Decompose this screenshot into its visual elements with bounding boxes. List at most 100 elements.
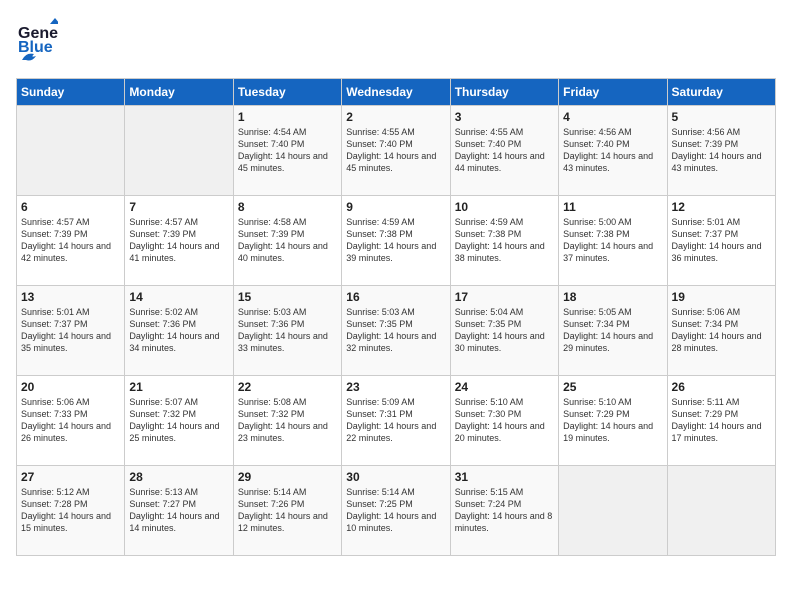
cell-content: Sunrise: 4:56 AM Sunset: 7:40 PM Dayligh… <box>563 126 662 175</box>
cell-content: Sunrise: 5:05 AM Sunset: 7:34 PM Dayligh… <box>563 306 662 355</box>
calendar-cell: 17 Sunrise: 5:04 AM Sunset: 7:35 PM Dayl… <box>450 286 558 376</box>
cell-content: Sunrise: 5:10 AM Sunset: 7:30 PM Dayligh… <box>455 396 554 445</box>
calendar-cell: 7 Sunrise: 4:57 AM Sunset: 7:39 PM Dayli… <box>125 196 233 286</box>
calendar-cell <box>17 106 125 196</box>
column-header-thursday: Thursday <box>450 79 558 106</box>
calendar-cell: 24 Sunrise: 5:10 AM Sunset: 7:30 PM Dayl… <box>450 376 558 466</box>
cell-content: Sunrise: 4:59 AM Sunset: 7:38 PM Dayligh… <box>346 216 445 265</box>
calendar-cell: 29 Sunrise: 5:14 AM Sunset: 7:26 PM Dayl… <box>233 466 341 556</box>
calendar-cell: 12 Sunrise: 5:01 AM Sunset: 7:37 PM Dayl… <box>667 196 775 286</box>
cell-content: Sunrise: 5:06 AM Sunset: 7:34 PM Dayligh… <box>672 306 771 355</box>
cell-content: Sunrise: 5:01 AM Sunset: 7:37 PM Dayligh… <box>672 216 771 265</box>
day-number: 17 <box>455 290 554 304</box>
calendar-cell: 20 Sunrise: 5:06 AM Sunset: 7:33 PM Dayl… <box>17 376 125 466</box>
logo-bird-icon <box>20 50 38 64</box>
day-number: 1 <box>238 110 337 124</box>
calendar-table: SundayMondayTuesdayWednesdayThursdayFrid… <box>16 78 776 556</box>
calendar-cell: 16 Sunrise: 5:03 AM Sunset: 7:35 PM Dayl… <box>342 286 450 376</box>
column-header-sunday: Sunday <box>17 79 125 106</box>
cell-content: Sunrise: 4:56 AM Sunset: 7:39 PM Dayligh… <box>672 126 771 175</box>
cell-content: Sunrise: 5:10 AM Sunset: 7:29 PM Dayligh… <box>563 396 662 445</box>
calendar-cell: 3 Sunrise: 4:55 AM Sunset: 7:40 PM Dayli… <box>450 106 558 196</box>
cell-content: Sunrise: 5:09 AM Sunset: 7:31 PM Dayligh… <box>346 396 445 445</box>
day-number: 26 <box>672 380 771 394</box>
cell-content: Sunrise: 5:14 AM Sunset: 7:25 PM Dayligh… <box>346 486 445 535</box>
day-number: 2 <box>346 110 445 124</box>
calendar-cell: 27 Sunrise: 5:12 AM Sunset: 7:28 PM Dayl… <box>17 466 125 556</box>
day-number: 8 <box>238 200 337 214</box>
day-number: 31 <box>455 470 554 484</box>
calendar-week-row: 20 Sunrise: 5:06 AM Sunset: 7:33 PM Dayl… <box>17 376 776 466</box>
cell-content: Sunrise: 5:07 AM Sunset: 7:32 PM Dayligh… <box>129 396 228 445</box>
day-number: 18 <box>563 290 662 304</box>
day-number: 6 <box>21 200 120 214</box>
day-number: 25 <box>563 380 662 394</box>
calendar-cell: 31 Sunrise: 5:15 AM Sunset: 7:24 PM Dayl… <box>450 466 558 556</box>
calendar-week-row: 13 Sunrise: 5:01 AM Sunset: 7:37 PM Dayl… <box>17 286 776 376</box>
cell-content: Sunrise: 5:13 AM Sunset: 7:27 PM Dayligh… <box>129 486 228 535</box>
day-number: 4 <box>563 110 662 124</box>
cell-content: Sunrise: 4:59 AM Sunset: 7:38 PM Dayligh… <box>455 216 554 265</box>
calendar-cell: 4 Sunrise: 4:56 AM Sunset: 7:40 PM Dayli… <box>559 106 667 196</box>
calendar-cell: 10 Sunrise: 4:59 AM Sunset: 7:38 PM Dayl… <box>450 196 558 286</box>
day-number: 29 <box>238 470 337 484</box>
day-number: 7 <box>129 200 228 214</box>
cell-content: Sunrise: 4:58 AM Sunset: 7:39 PM Dayligh… <box>238 216 337 265</box>
calendar-cell: 14 Sunrise: 5:02 AM Sunset: 7:36 PM Dayl… <box>125 286 233 376</box>
cell-content: Sunrise: 5:04 AM Sunset: 7:35 PM Dayligh… <box>455 306 554 355</box>
day-number: 5 <box>672 110 771 124</box>
day-number: 30 <box>346 470 445 484</box>
calendar-week-row: 1 Sunrise: 4:54 AM Sunset: 7:40 PM Dayli… <box>17 106 776 196</box>
calendar-cell: 5 Sunrise: 4:56 AM Sunset: 7:39 PM Dayli… <box>667 106 775 196</box>
calendar-cell: 21 Sunrise: 5:07 AM Sunset: 7:32 PM Dayl… <box>125 376 233 466</box>
calendar-cell: 22 Sunrise: 5:08 AM Sunset: 7:32 PM Dayl… <box>233 376 341 466</box>
cell-content: Sunrise: 4:55 AM Sunset: 7:40 PM Dayligh… <box>455 126 554 175</box>
cell-content: Sunrise: 5:03 AM Sunset: 7:36 PM Dayligh… <box>238 306 337 355</box>
calendar-cell: 9 Sunrise: 4:59 AM Sunset: 7:38 PM Dayli… <box>342 196 450 286</box>
calendar-week-row: 27 Sunrise: 5:12 AM Sunset: 7:28 PM Dayl… <box>17 466 776 556</box>
day-number: 15 <box>238 290 337 304</box>
calendar-cell: 15 Sunrise: 5:03 AM Sunset: 7:36 PM Dayl… <box>233 286 341 376</box>
calendar-cell: 25 Sunrise: 5:10 AM Sunset: 7:29 PM Dayl… <box>559 376 667 466</box>
column-header-tuesday: Tuesday <box>233 79 341 106</box>
calendar-cell: 6 Sunrise: 4:57 AM Sunset: 7:39 PM Dayli… <box>17 196 125 286</box>
calendar-cell: 23 Sunrise: 5:09 AM Sunset: 7:31 PM Dayl… <box>342 376 450 466</box>
calendar-cell: 30 Sunrise: 5:14 AM Sunset: 7:25 PM Dayl… <box>342 466 450 556</box>
day-number: 28 <box>129 470 228 484</box>
column-header-wednesday: Wednesday <box>342 79 450 106</box>
cell-content: Sunrise: 4:55 AM Sunset: 7:40 PM Dayligh… <box>346 126 445 175</box>
cell-content: Sunrise: 5:01 AM Sunset: 7:37 PM Dayligh… <box>21 306 120 355</box>
calendar-cell: 1 Sunrise: 4:54 AM Sunset: 7:40 PM Dayli… <box>233 106 341 196</box>
calendar-cell <box>559 466 667 556</box>
day-number: 12 <box>672 200 771 214</box>
calendar-cell: 2 Sunrise: 4:55 AM Sunset: 7:40 PM Dayli… <box>342 106 450 196</box>
day-number: 16 <box>346 290 445 304</box>
cell-content: Sunrise: 5:14 AM Sunset: 7:26 PM Dayligh… <box>238 486 337 535</box>
day-number: 23 <box>346 380 445 394</box>
day-number: 13 <box>21 290 120 304</box>
day-number: 11 <box>563 200 662 214</box>
day-number: 14 <box>129 290 228 304</box>
calendar-cell: 11 Sunrise: 5:00 AM Sunset: 7:38 PM Dayl… <box>559 196 667 286</box>
cell-content: Sunrise: 4:54 AM Sunset: 7:40 PM Dayligh… <box>238 126 337 175</box>
calendar-cell: 19 Sunrise: 5:06 AM Sunset: 7:34 PM Dayl… <box>667 286 775 376</box>
calendar-cell <box>667 466 775 556</box>
calendar-header-row: SundayMondayTuesdayWednesdayThursdayFrid… <box>17 79 776 106</box>
cell-content: Sunrise: 5:02 AM Sunset: 7:36 PM Dayligh… <box>129 306 228 355</box>
cell-content: Sunrise: 5:03 AM Sunset: 7:35 PM Dayligh… <box>346 306 445 355</box>
column-header-friday: Friday <box>559 79 667 106</box>
calendar-cell: 26 Sunrise: 5:11 AM Sunset: 7:29 PM Dayl… <box>667 376 775 466</box>
calendar-week-row: 6 Sunrise: 4:57 AM Sunset: 7:39 PM Dayli… <box>17 196 776 286</box>
calendar-cell: 13 Sunrise: 5:01 AM Sunset: 7:37 PM Dayl… <box>17 286 125 376</box>
cell-content: Sunrise: 5:06 AM Sunset: 7:33 PM Dayligh… <box>21 396 120 445</box>
logo: General Blue <box>16 16 58 66</box>
cell-content: Sunrise: 5:11 AM Sunset: 7:29 PM Dayligh… <box>672 396 771 445</box>
cell-content: Sunrise: 4:57 AM Sunset: 7:39 PM Dayligh… <box>21 216 120 265</box>
day-number: 9 <box>346 200 445 214</box>
cell-content: Sunrise: 4:57 AM Sunset: 7:39 PM Dayligh… <box>129 216 228 265</box>
day-number: 22 <box>238 380 337 394</box>
cell-content: Sunrise: 5:12 AM Sunset: 7:28 PM Dayligh… <box>21 486 120 535</box>
day-number: 24 <box>455 380 554 394</box>
page-header: General Blue <box>16 16 776 66</box>
column-header-saturday: Saturday <box>667 79 775 106</box>
